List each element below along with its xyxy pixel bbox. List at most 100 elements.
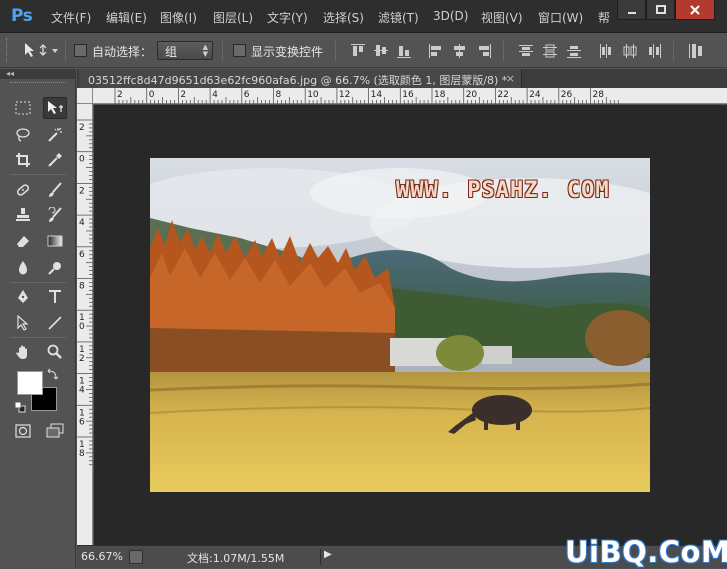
site-watermark-logo: UiBQ.CoM xyxy=(565,535,727,569)
type-tool[interactable] xyxy=(43,286,67,308)
tab-close-icon[interactable]: × xyxy=(506,72,515,85)
ruler-v-label: 4 xyxy=(79,386,85,396)
ruler-v-label: 6 xyxy=(79,417,85,427)
line-tool[interactable] xyxy=(43,312,67,334)
move-tool-preset[interactable] xyxy=(22,42,60,61)
ruler-v-label: 4 xyxy=(79,218,85,228)
landscape-photo xyxy=(150,158,650,492)
distribute-top-icon[interactable] xyxy=(518,43,534,59)
menu-image[interactable]: 图像(I) xyxy=(160,9,197,26)
close-button[interactable] xyxy=(675,0,715,20)
ruler-h-label: 26 xyxy=(561,90,573,100)
menu-view[interactable]: 视图(V) xyxy=(481,9,523,26)
blur-tool[interactable] xyxy=(11,257,35,279)
document-tab-bar: 03512ffc8d47d9651d63e62fc960afa6.jpg @ 6… xyxy=(77,69,727,88)
menu-3d[interactable]: 3D(D) xyxy=(433,9,468,23)
menu-file[interactable]: 文件(F) xyxy=(51,9,91,26)
align-hcenter-icon[interactable] xyxy=(452,43,468,59)
menu-type[interactable]: 文字(Y) xyxy=(267,9,308,26)
auto-align-layers-icon[interactable] xyxy=(688,43,704,59)
distribute-left-icon[interactable] xyxy=(598,43,614,59)
tools-panel-header[interactable]: ◂◂ xyxy=(0,69,75,79)
zoom-tool[interactable] xyxy=(43,341,67,363)
ruler-v-label: 0 xyxy=(79,322,85,332)
document-tab-title: 03512ffc8d47d9651d63e62fc960afa6.jpg @ 6… xyxy=(88,74,508,87)
auto-select-checkbox[interactable] xyxy=(74,44,87,57)
pen-tool[interactable] xyxy=(11,286,35,308)
move-icon xyxy=(48,101,63,114)
quick-mask-tool[interactable] xyxy=(11,420,35,442)
show-transform-checkbox[interactable] xyxy=(233,44,246,57)
vertical-ruler[interactable]: 2024681012141618 xyxy=(77,104,93,545)
brush-icon xyxy=(49,182,62,197)
foreground-color-swatch[interactable] xyxy=(17,371,43,395)
distribute-hcenter-icon[interactable] xyxy=(622,43,638,59)
ruler-h-label: 8 xyxy=(276,90,282,100)
export-status-icon[interactable] xyxy=(129,550,143,564)
ruler-h-label: 2 xyxy=(117,90,123,100)
eraser-tool[interactable] xyxy=(11,230,35,252)
crop-tool[interactable] xyxy=(11,149,35,171)
document-image[interactable] xyxy=(150,158,650,492)
zoom-icon xyxy=(47,344,62,359)
menu-edit[interactable]: 编辑(E) xyxy=(106,9,147,26)
menu-help[interactable]: 帮 xyxy=(598,9,610,26)
ruler-v-label: 8 xyxy=(79,282,85,292)
align-top-icon[interactable] xyxy=(350,43,366,59)
lasso-tool[interactable] xyxy=(11,124,35,146)
menu-layer[interactable]: 图层(L) xyxy=(213,9,253,26)
align-left-icon[interactable] xyxy=(428,43,444,59)
ruler-h-label: 14 xyxy=(371,90,383,100)
auto-select-dropdown[interactable]: 组 ▲ ▼ xyxy=(157,41,213,60)
distribute-bottom-icon[interactable] xyxy=(566,43,582,59)
align-vcenter-icon[interactable] xyxy=(373,43,389,59)
menu-select[interactable]: 选择(S) xyxy=(323,9,364,26)
align-bottom-icon[interactable] xyxy=(396,43,412,59)
ruler-origin[interactable] xyxy=(77,88,93,104)
ruler-h-label: 20 xyxy=(466,90,478,100)
lasso-icon xyxy=(16,128,30,142)
maximize-button[interactable] xyxy=(646,0,675,20)
magnifier-dodge-icon xyxy=(48,262,61,275)
default-colors-icon[interactable] xyxy=(14,401,26,413)
ruler-h-label: 18 xyxy=(434,90,446,100)
path-selection-tool[interactable] xyxy=(11,312,35,334)
gradient-tool[interactable] xyxy=(43,230,67,252)
menu-window[interactable]: 窗口(W) xyxy=(538,9,583,26)
marquee-tool[interactable] xyxy=(11,97,35,119)
minimize-button[interactable] xyxy=(617,0,646,20)
app-logo: Ps xyxy=(11,6,33,26)
status-menu-arrow[interactable]: ▶ xyxy=(320,549,334,565)
align-right-icon[interactable] xyxy=(476,43,492,59)
minimize-icon xyxy=(627,11,636,14)
document-size-info: 文档:1.07M/1.55M xyxy=(187,552,285,565)
hand-tool[interactable] xyxy=(11,341,35,363)
zoom-level[interactable]: 66.67% xyxy=(81,550,123,563)
menu-filter[interactable]: 滤镜(T) xyxy=(378,9,419,26)
move-tool[interactable] xyxy=(43,97,67,119)
clone-stamp-tool[interactable] xyxy=(11,204,35,226)
swap-colors-icon[interactable] xyxy=(47,368,59,380)
distribute-vcenter-icon[interactable] xyxy=(542,43,558,59)
tools-grip[interactable] xyxy=(10,82,66,85)
crop-icon xyxy=(16,153,30,167)
document-tab[interactable]: 03512ffc8d47d9651d63e62fc960afa6.jpg @ 6… xyxy=(79,69,522,88)
dodge-tool[interactable] xyxy=(43,257,67,279)
healing-brush-tool[interactable] xyxy=(11,179,35,201)
ruler-h-label: 0 xyxy=(149,90,155,100)
screen-mode-tool[interactable] xyxy=(43,420,67,442)
vertical-ruler-ticks: 2024681012141618 xyxy=(77,119,93,466)
magic-wand-tool[interactable] xyxy=(43,124,67,146)
distribute-right-icon[interactable] xyxy=(646,43,662,59)
auto-select-label: 自动选择： xyxy=(92,45,153,59)
drop-icon xyxy=(19,261,27,275)
ruler-h-label: 16 xyxy=(402,90,414,100)
path-select-arrow-icon xyxy=(17,315,29,331)
brush-tool[interactable] xyxy=(43,179,67,201)
history-brush-tool[interactable] xyxy=(43,204,67,226)
horizontal-ruler[interactable]: 2 0 2 4 6 8 10 12 14 16 18 20 22 24 26 28 xyxy=(93,88,727,104)
eraser-icon xyxy=(17,236,29,247)
options-grip[interactable] xyxy=(6,38,9,62)
maximize-icon xyxy=(655,4,666,14)
eyedropper-tool[interactable] xyxy=(43,149,67,171)
